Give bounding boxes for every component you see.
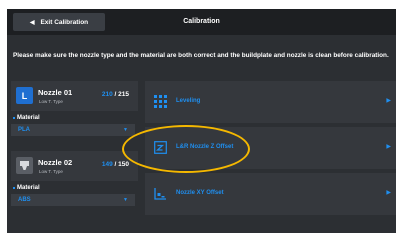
menu-item-leveling-label: Leveling xyxy=(176,98,201,104)
bullet-icon xyxy=(13,187,15,189)
menu-item-xy-offset[interactable]: Nozzle XY Offset ▶ xyxy=(145,173,396,215)
exit-calibration-label: Exit Calibration xyxy=(40,18,89,26)
back-arrow-icon: ◀ xyxy=(29,19,35,26)
chevron-right-icon: ▶ xyxy=(386,98,391,104)
top-bar: Calibration ◀ Exit Calibration xyxy=(7,9,396,35)
nozzle-01-type: Low T. Type xyxy=(39,99,63,104)
nozzle-01-material-value: PLA xyxy=(18,127,30,133)
nozzle-02-material-label-text: Material xyxy=(17,185,40,191)
nozzle-right-badge-icon xyxy=(16,157,33,174)
nozzle-01-material-select[interactable]: PLA ▼ xyxy=(11,124,135,136)
menu-item-leveling[interactable]: Leveling ▶ xyxy=(145,81,396,123)
nozzle-01-card[interactable]: L Nozzle 01 Low T. Type 210 / 215 xyxy=(11,81,138,111)
nozzle-panel: L Nozzle 01 Low T. Type 210 / 215 Materi… xyxy=(11,81,138,215)
nozzle-left-badge-icon: L xyxy=(16,87,33,104)
nozzle-02-type: Low T. Type xyxy=(39,169,63,174)
chevron-right-icon: ▶ xyxy=(386,190,391,196)
chevron-down-icon: ▼ xyxy=(123,197,128,203)
nozzle-02-material-label: Material xyxy=(13,185,40,191)
nozzle-02-temp-target: 150 xyxy=(118,161,129,168)
nozzle-01-temp-current: 210 xyxy=(101,91,113,98)
nozzle-02-material-value: ABS xyxy=(18,197,31,203)
nozzle-01-temperature: 210 / 215 xyxy=(102,91,129,98)
chevron-right-icon: ▶ xyxy=(386,144,391,150)
xy-axis-icon xyxy=(154,188,166,200)
nozzle-02-card[interactable]: Nozzle 02 Low T. Type 149 / 150 xyxy=(11,151,138,181)
grid-icon xyxy=(154,95,167,108)
calibration-notice: Please make sure the nozzle type and the… xyxy=(13,52,389,59)
nozzle-02-temperature: 149 / 150 xyxy=(102,161,129,168)
menu-item-z-offset[interactable]: L&R Nozzle Z Offset ▶ xyxy=(145,127,396,169)
chevron-down-icon: ▼ xyxy=(123,127,128,133)
nozzle-02-material-select[interactable]: ABS ▼ xyxy=(11,194,135,206)
exit-calibration-button[interactable]: ◀ Exit Calibration xyxy=(13,13,105,31)
calibration-screen: Calibration ◀ Exit Calibration Please ma… xyxy=(7,9,396,233)
nozzle-icon xyxy=(20,161,29,170)
menu-item-z-offset-label: L&R Nozzle Z Offset xyxy=(176,144,234,150)
nozzle-02-temp-current: 149 xyxy=(101,161,113,168)
menu-item-xy-offset-label: Nozzle XY Offset xyxy=(176,190,224,196)
z-offset-icon xyxy=(154,141,167,154)
nozzle-01-material-label-text: Material xyxy=(17,115,40,121)
nozzle-01-material-label: Material xyxy=(13,115,40,121)
nozzle-01-name: Nozzle 01 xyxy=(38,88,73,97)
calibration-menu: Leveling ▶ L&R Nozzle Z Offset ▶ Nozzle … xyxy=(145,81,396,215)
nozzle-02-name: Nozzle 02 xyxy=(38,158,73,167)
nozzle-01-temp-target: 215 xyxy=(118,91,129,98)
bullet-icon xyxy=(13,117,15,119)
